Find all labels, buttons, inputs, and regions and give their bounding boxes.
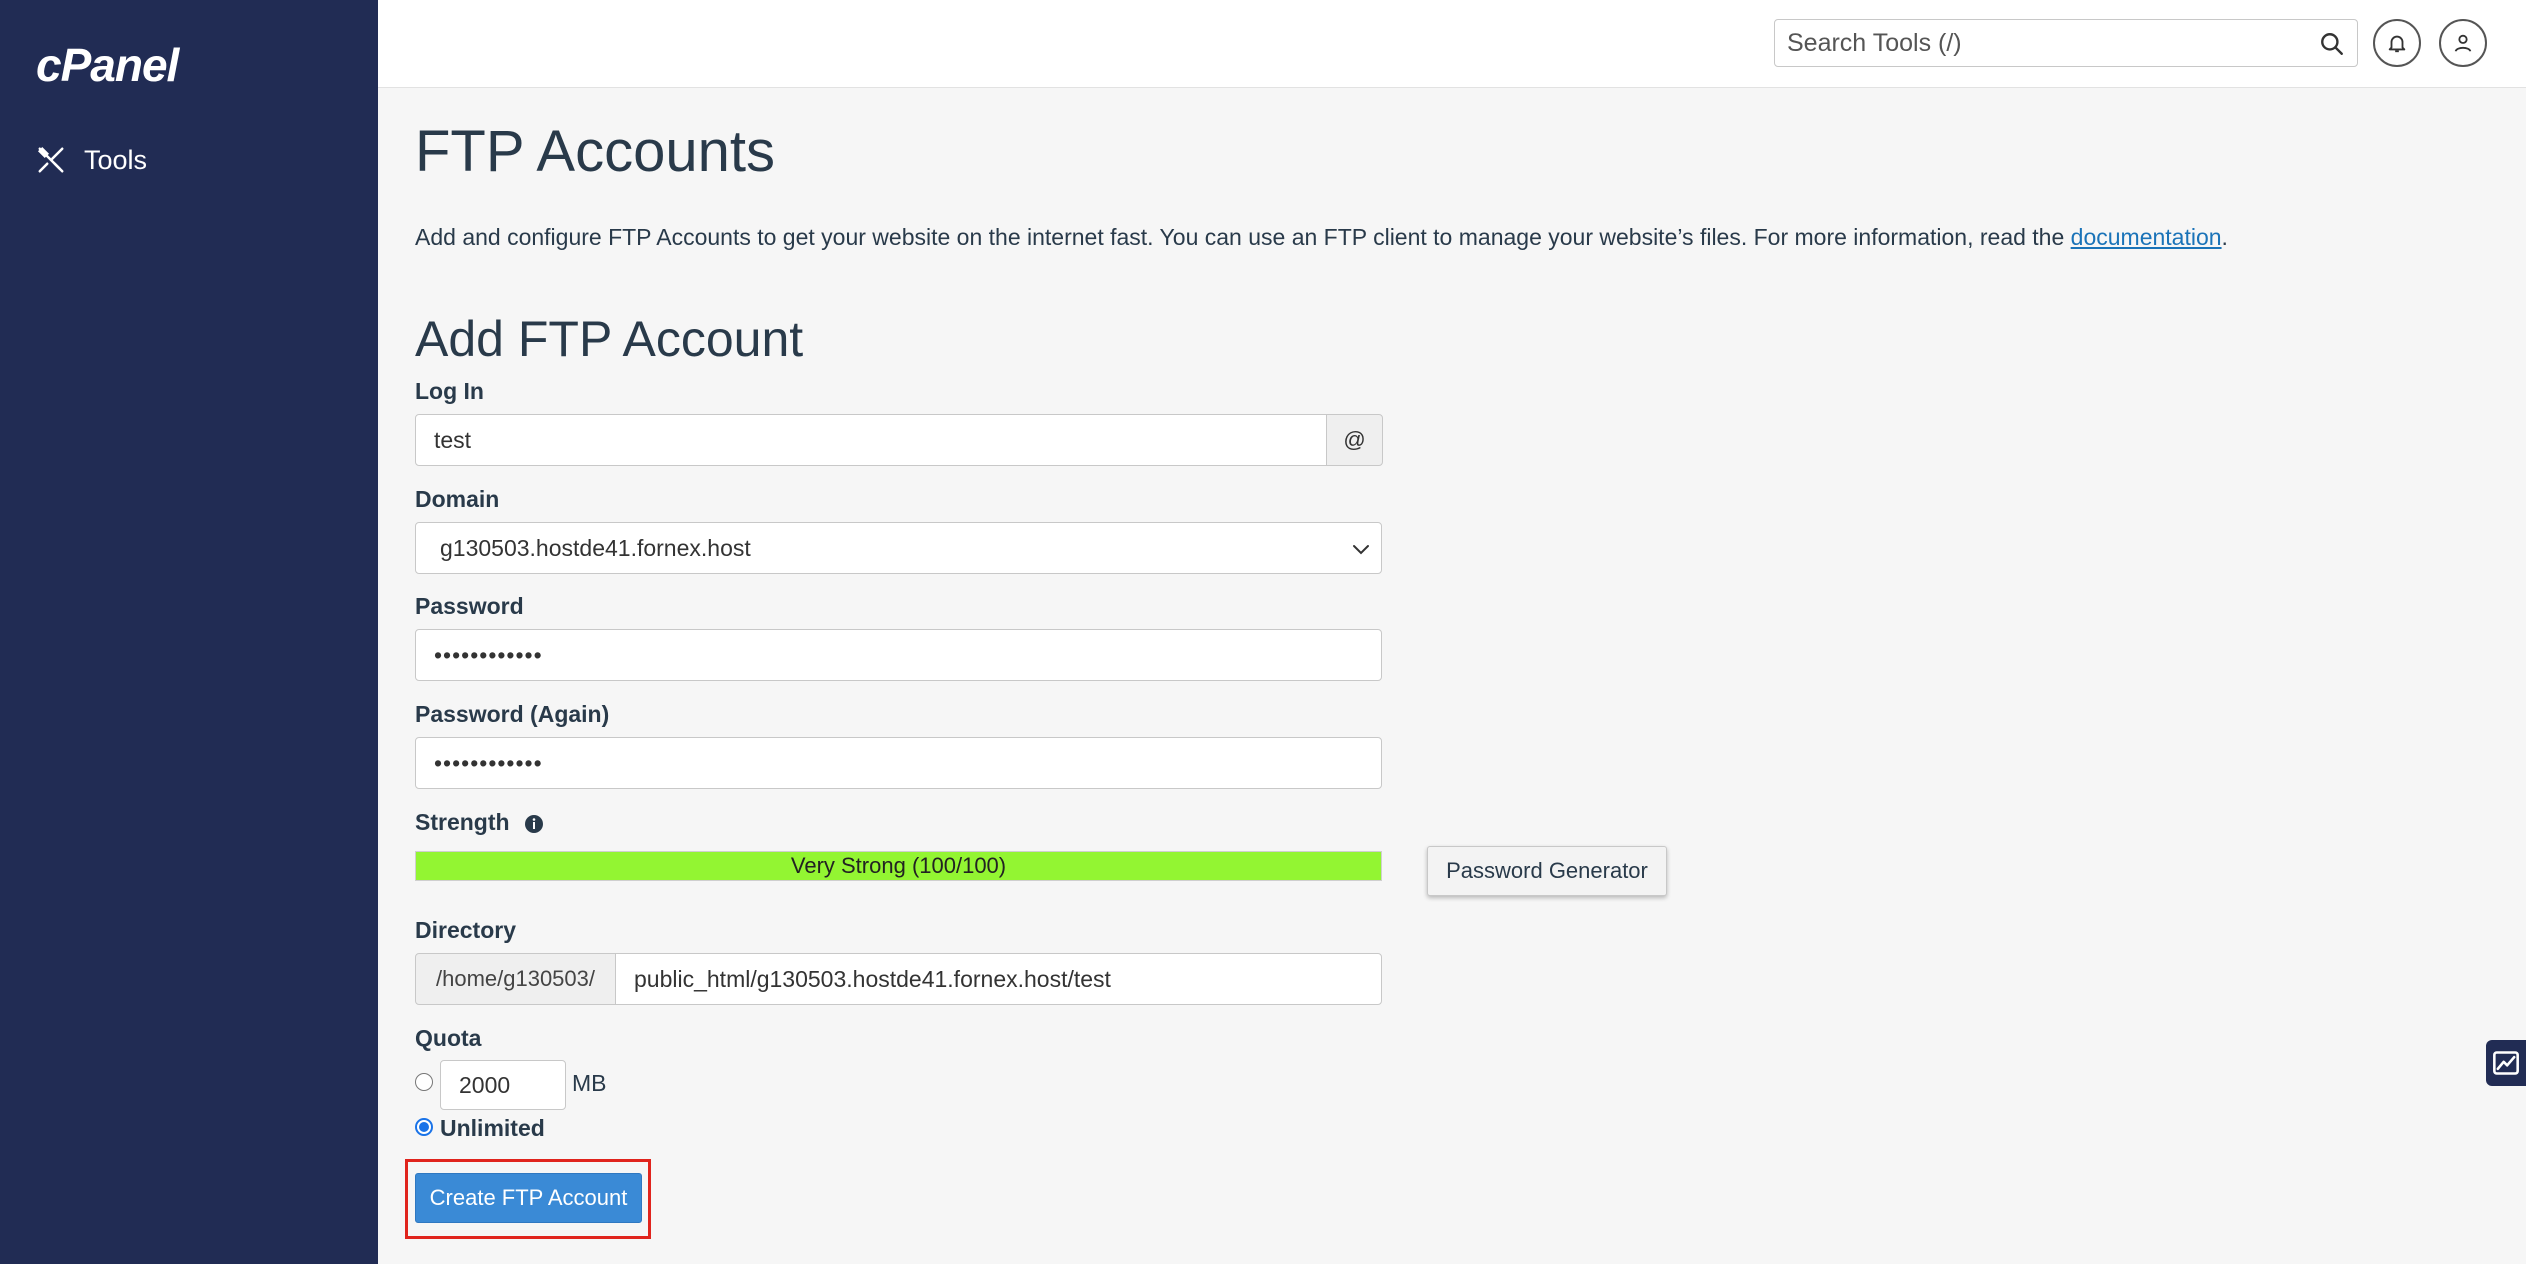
intro-text: Add and configure FTP Accounts to get yo… (415, 224, 2071, 250)
directory-label: Directory (415, 917, 516, 943)
info-icon[interactable] (524, 814, 544, 834)
login-label: Log In (415, 378, 484, 404)
notifications-button[interactable] (2373, 19, 2421, 67)
domain-selected-value: g130503.hostde41.fornex.host (440, 534, 751, 561)
password-input[interactable]: •••••••••••• (416, 630, 1381, 680)
intro-end: . (2221, 224, 2228, 250)
password-field-wrapper: •••••••••••• (415, 629, 1382, 681)
stats-side-tab[interactable] (2486, 1040, 2526, 1086)
password-again-input[interactable]: •••••••••••• (416, 738, 1381, 788)
quota-input[interactable]: 2000 (440, 1060, 566, 1110)
quota-unit: MB (572, 1070, 607, 1096)
create-ftp-account-button[interactable]: Create FTP Account (415, 1173, 642, 1223)
chevron-down-icon (1353, 545, 1369, 555)
page-title: FTP Accounts (415, 119, 775, 184)
strength-label-row: Strength (415, 809, 544, 836)
unlimited-label: Unlimited (440, 1115, 545, 1141)
quota-unlimited-radio[interactable] (415, 1118, 433, 1136)
page-intro: Add and configure FTP Accounts to get yo… (415, 224, 2228, 251)
search-icon[interactable] (2319, 31, 2345, 57)
bell-icon (2388, 35, 2406, 53)
user-menu-button[interactable] (2439, 19, 2487, 67)
section-title: Add FTP Account (415, 311, 804, 367)
password-again-label: Password (Again) (415, 701, 610, 727)
sidebar: cPanel Tools (0, 0, 378, 1264)
tools-icon (37, 146, 64, 173)
top-bar (378, 0, 2526, 88)
search-box (1774, 19, 2358, 67)
search-input[interactable] (1775, 20, 2305, 66)
directory-prefix: /home/g130503/ (415, 953, 616, 1005)
sidebar-item-label: Tools (84, 144, 148, 175)
password-again-field-wrapper: •••••••••••• (415, 737, 1382, 789)
directory-input[interactable]: public_html/g130503.hostde41.fornex.host… (616, 954, 1381, 1004)
at-addon: @ (1326, 414, 1383, 466)
password-label: Password (415, 593, 524, 619)
documentation-link[interactable]: documentation (2071, 224, 2222, 250)
login-field-wrapper: test (415, 414, 1327, 466)
user-icon (2454, 34, 2472, 52)
quota-label: Quota (415, 1025, 482, 1051)
login-input[interactable]: test (416, 415, 1326, 465)
quota-limited-radio[interactable] (415, 1073, 433, 1091)
domain-select[interactable]: g130503.hostde41.fornex.host (415, 522, 1382, 574)
domain-label: Domain (415, 486, 500, 512)
chart-trend-icon (2493, 1051, 2519, 1075)
password-generator-button[interactable]: Password Generator (1427, 846, 1667, 896)
strength-label: Strength (415, 809, 510, 835)
cpanel-logo[interactable]: cPanel (36, 38, 179, 92)
strength-meter: Very Strong (100/100) (415, 851, 1382, 881)
sidebar-item-tools[interactable]: Tools (36, 140, 147, 180)
directory-field-wrapper: public_html/g130503.hostde41.fornex.host… (615, 953, 1382, 1005)
